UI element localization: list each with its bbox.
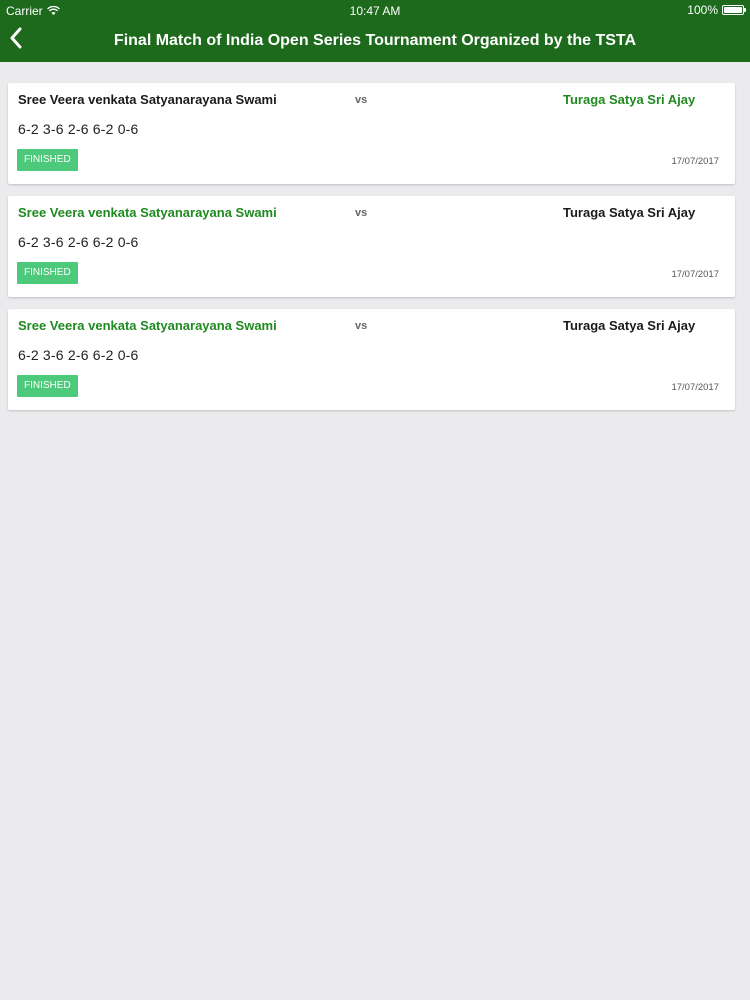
status-badge: FINISHED [17,262,78,284]
match-date: 17/07/2017 [671,382,719,393]
player-one-name: Sree Veera venkata Satyanarayana Swami [18,92,277,107]
player-one-name: Sree Veera venkata Satyanarayana Swami [18,205,277,220]
versus-label: vs [355,320,368,332]
navigation-bar: Final Match of India Open Series Tournam… [0,20,750,62]
player-two-name: Turaga Satya Sri Ajay [563,205,696,220]
battery-fill [724,7,742,13]
status-badge: FINISHED [17,149,78,171]
match-card[interactable]: Sree Veera venkata Satyanarayana Swami vs… [8,83,735,184]
back-button[interactable] [4,24,28,52]
versus-label: vs [355,207,368,219]
match-card[interactable]: Sree Veera venkata Satyanarayana Swami vs… [8,309,735,410]
match-date: 17/07/2017 [671,156,719,167]
player-two-name: Turaga Satya Sri Ajay [563,318,696,333]
battery-percent: 100% [687,3,718,17]
match-card[interactable]: Sree Veera venkata Satyanarayana Swami vs… [8,196,735,297]
match-score: 6-2 3-6 2-6 6-2 0-6 [18,234,139,250]
battery-icon [722,5,746,15]
status-time: 10:47 AM [349,4,401,18]
match-date: 17/07/2017 [671,269,719,280]
chevron-left-icon [10,27,22,49]
versus-label: vs [355,94,368,106]
match-score: 6-2 3-6 2-6 6-2 0-6 [18,347,139,363]
status-badge: FINISHED [17,375,78,397]
player-one-name: Sree Veera venkata Satyanarayana Swami [18,318,277,333]
match-list: Sree Veera venkata Satyanarayana Swami vs… [8,83,735,422]
status-bar: Carrier 10:47 AM 100% [0,0,750,20]
match-score: 6-2 3-6 2-6 6-2 0-6 [18,121,139,137]
app-header: Carrier 10:47 AM 100% Final Match of Ind… [0,0,750,62]
battery-indicator: 100% [687,3,746,17]
page-title: Final Match of India Open Series Tournam… [113,32,637,49]
player-two-name: Turaga Satya Sri Ajay [563,92,696,107]
